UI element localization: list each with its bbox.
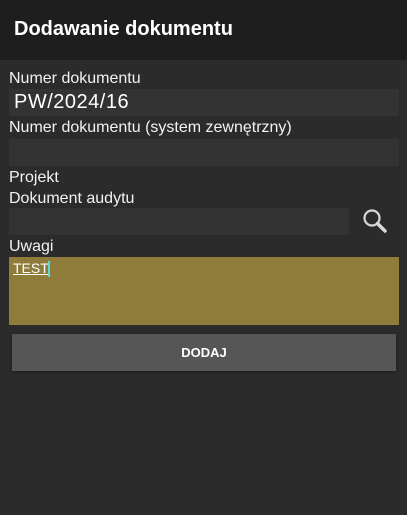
- page-title: Dodawanie dokumentu: [14, 18, 233, 40]
- document-number-value[interactable]: PW/2024/16: [14, 91, 129, 114]
- add-button-label: DODAJ: [181, 345, 227, 360]
- external-document-number-label: Numer dokumentu (system zewnętrzny): [9, 119, 292, 136]
- audit-document-label: Dokument audytu: [9, 190, 135, 207]
- text-cursor: [48, 261, 50, 277]
- title-bar: Dodawanie dokumentu: [0, 0, 407, 60]
- audit-document-field[interactable]: [9, 208, 349, 235]
- notes-text: TEST: [13, 260, 49, 276]
- notes-label: Uwagi: [9, 238, 54, 255]
- notes-textarea[interactable]: TEST: [9, 257, 399, 325]
- document-number-label: Numer dokumentu: [9, 70, 141, 87]
- external-document-number-field[interactable]: [9, 139, 399, 166]
- add-button[interactable]: DODAJ: [12, 334, 396, 371]
- project-label: Projekt: [9, 169, 59, 186]
- search-icon[interactable]: [360, 207, 390, 237]
